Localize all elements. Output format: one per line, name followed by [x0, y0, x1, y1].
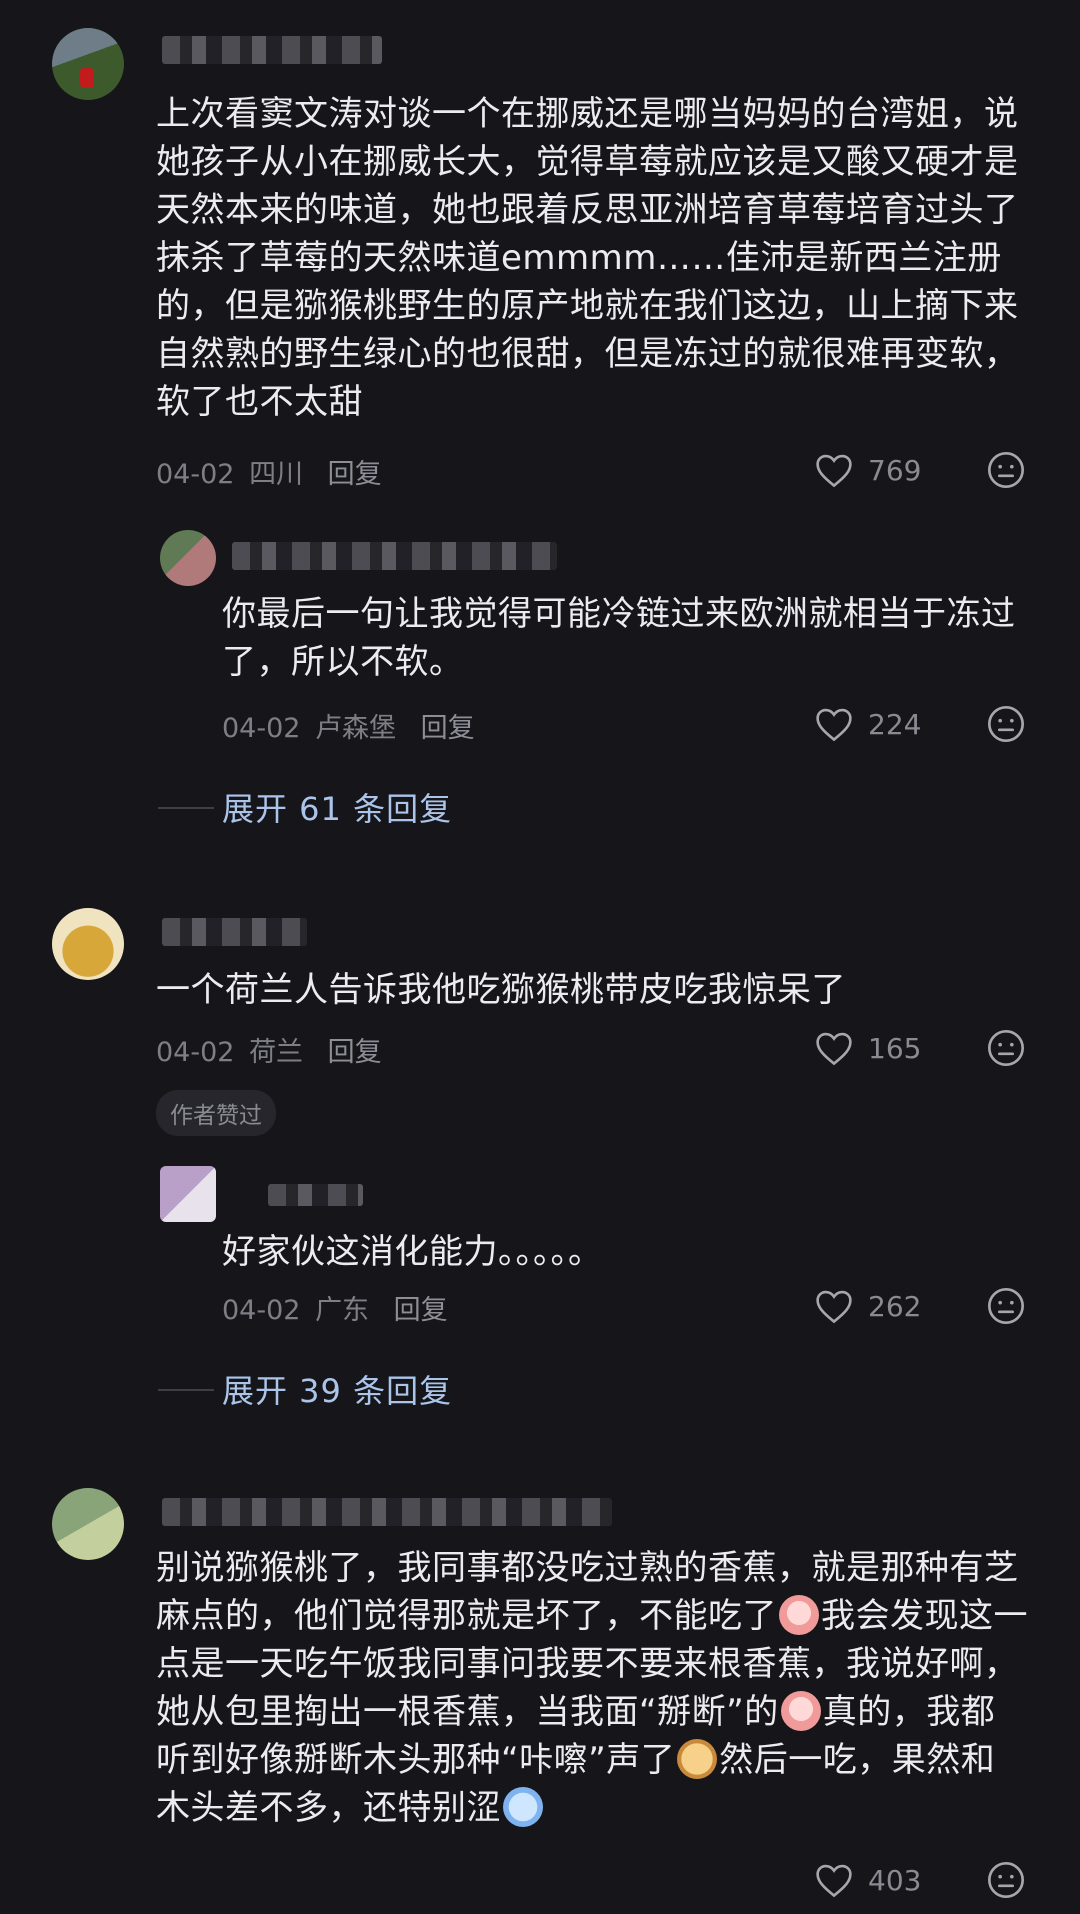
heart-icon — [816, 454, 852, 488]
comment-text: 你最后一句让我觉得可能冷链过来欧洲就相当于冻过了，所以不软。 — [222, 594, 1016, 682]
reply-button[interactable]: 回复 — [328, 459, 382, 490]
nickname-blurred[interactable] — [232, 542, 557, 570]
like-button[interactable]: 403 — [814, 1860, 921, 1900]
reply-button[interactable]: 回复 — [421, 713, 475, 744]
crying-emoji-icon — [779, 1595, 819, 1635]
like-count: 262 — [868, 1289, 922, 1323]
author-liked-badge: 作者赞过 — [156, 1090, 276, 1136]
comment-location: 四川 — [249, 459, 304, 490]
nickname-blurred[interactable] — [268, 1184, 363, 1206]
like-count: 769 — [868, 453, 922, 487]
reply-button[interactable]: 回复 — [328, 1037, 382, 1068]
comment-date: 04-02 — [156, 1037, 235, 1068]
like-count: 403 — [868, 1863, 922, 1897]
nickname-blurred[interactable] — [162, 36, 382, 64]
expand-replies-button[interactable]: 展开 39 条回复 — [158, 1366, 453, 1412]
emoji-react-icon[interactable] — [986, 1860, 1026, 1900]
nickname-blurred[interactable] — [162, 918, 307, 946]
divider-line — [158, 1389, 214, 1391]
comment-meta: 04-02 四川 回复 — [156, 452, 382, 491]
emoji-react-icon[interactable] — [986, 1286, 1026, 1326]
expand-label: 展开 61 条回复 — [222, 790, 453, 828]
heart-icon — [816, 1864, 852, 1898]
comment-location: 广东 — [315, 1295, 370, 1326]
expand-label: 展开 39 条回复 — [222, 1372, 453, 1410]
emoji-react-icon[interactable] — [986, 450, 1026, 490]
comment-meta: 04-02 广东 回复 — [222, 1288, 448, 1327]
heart-icon — [816, 708, 852, 742]
comment-date: 04-02 — [222, 1295, 301, 1326]
dog-emoji-icon — [677, 1739, 718, 1779]
avatar[interactable] — [52, 908, 124, 980]
comment-location: 荷兰 — [249, 1037, 304, 1068]
comment-text: 上次看窦文涛对谈一个在挪威还是哪当妈妈的台湾姐，说她孩子从小在挪威长大，觉得草莓… — [156, 94, 1019, 422]
like-count: 224 — [868, 707, 922, 741]
like-button[interactable]: 262 — [814, 1286, 921, 1326]
heart-icon — [816, 1290, 852, 1324]
comment-text: 一个荷兰人告诉我他吃猕猴桃带皮吃我惊呆了 — [156, 970, 846, 1010]
comment-date: 04-02 — [222, 713, 301, 744]
comment-text: 好家伙这消化能力。。。。。 — [222, 1232, 603, 1272]
divider-line — [158, 807, 214, 809]
avatar[interactable] — [52, 1488, 124, 1560]
reply-button[interactable]: 回复 — [394, 1295, 448, 1326]
like-button[interactable]: 769 — [814, 450, 921, 490]
nickname-blurred[interactable] — [162, 1498, 612, 1526]
avatar[interactable] — [160, 530, 216, 586]
comment-meta: 04-02 卢森堡 回复 — [222, 706, 475, 745]
crying-emoji-icon — [780, 1691, 821, 1731]
like-button[interactable]: 224 — [814, 704, 921, 744]
expand-replies-button[interactable]: 展开 61 条回复 — [158, 784, 453, 830]
like-count: 165 — [868, 1031, 922, 1065]
comment-location: 卢森堡 — [315, 713, 397, 744]
shivering-emoji-icon — [503, 1787, 543, 1827]
like-button[interactable]: 165 — [814, 1028, 921, 1068]
emoji-react-icon[interactable] — [986, 704, 1026, 744]
comment-text: 别说猕猴桃了，我同事都没吃过熟的香蕉，就是那种有芝麻点的，他们觉得那就是坏了，不… — [156, 1544, 1028, 1832]
avatar[interactable] — [52, 28, 124, 100]
comment-date: 04-02 — [156, 459, 235, 490]
comment-meta: 04-02 荷兰 回复 — [156, 1030, 382, 1069]
emoji-react-icon[interactable] — [986, 1028, 1026, 1068]
heart-icon — [816, 1032, 852, 1066]
avatar[interactable] — [160, 1166, 216, 1222]
